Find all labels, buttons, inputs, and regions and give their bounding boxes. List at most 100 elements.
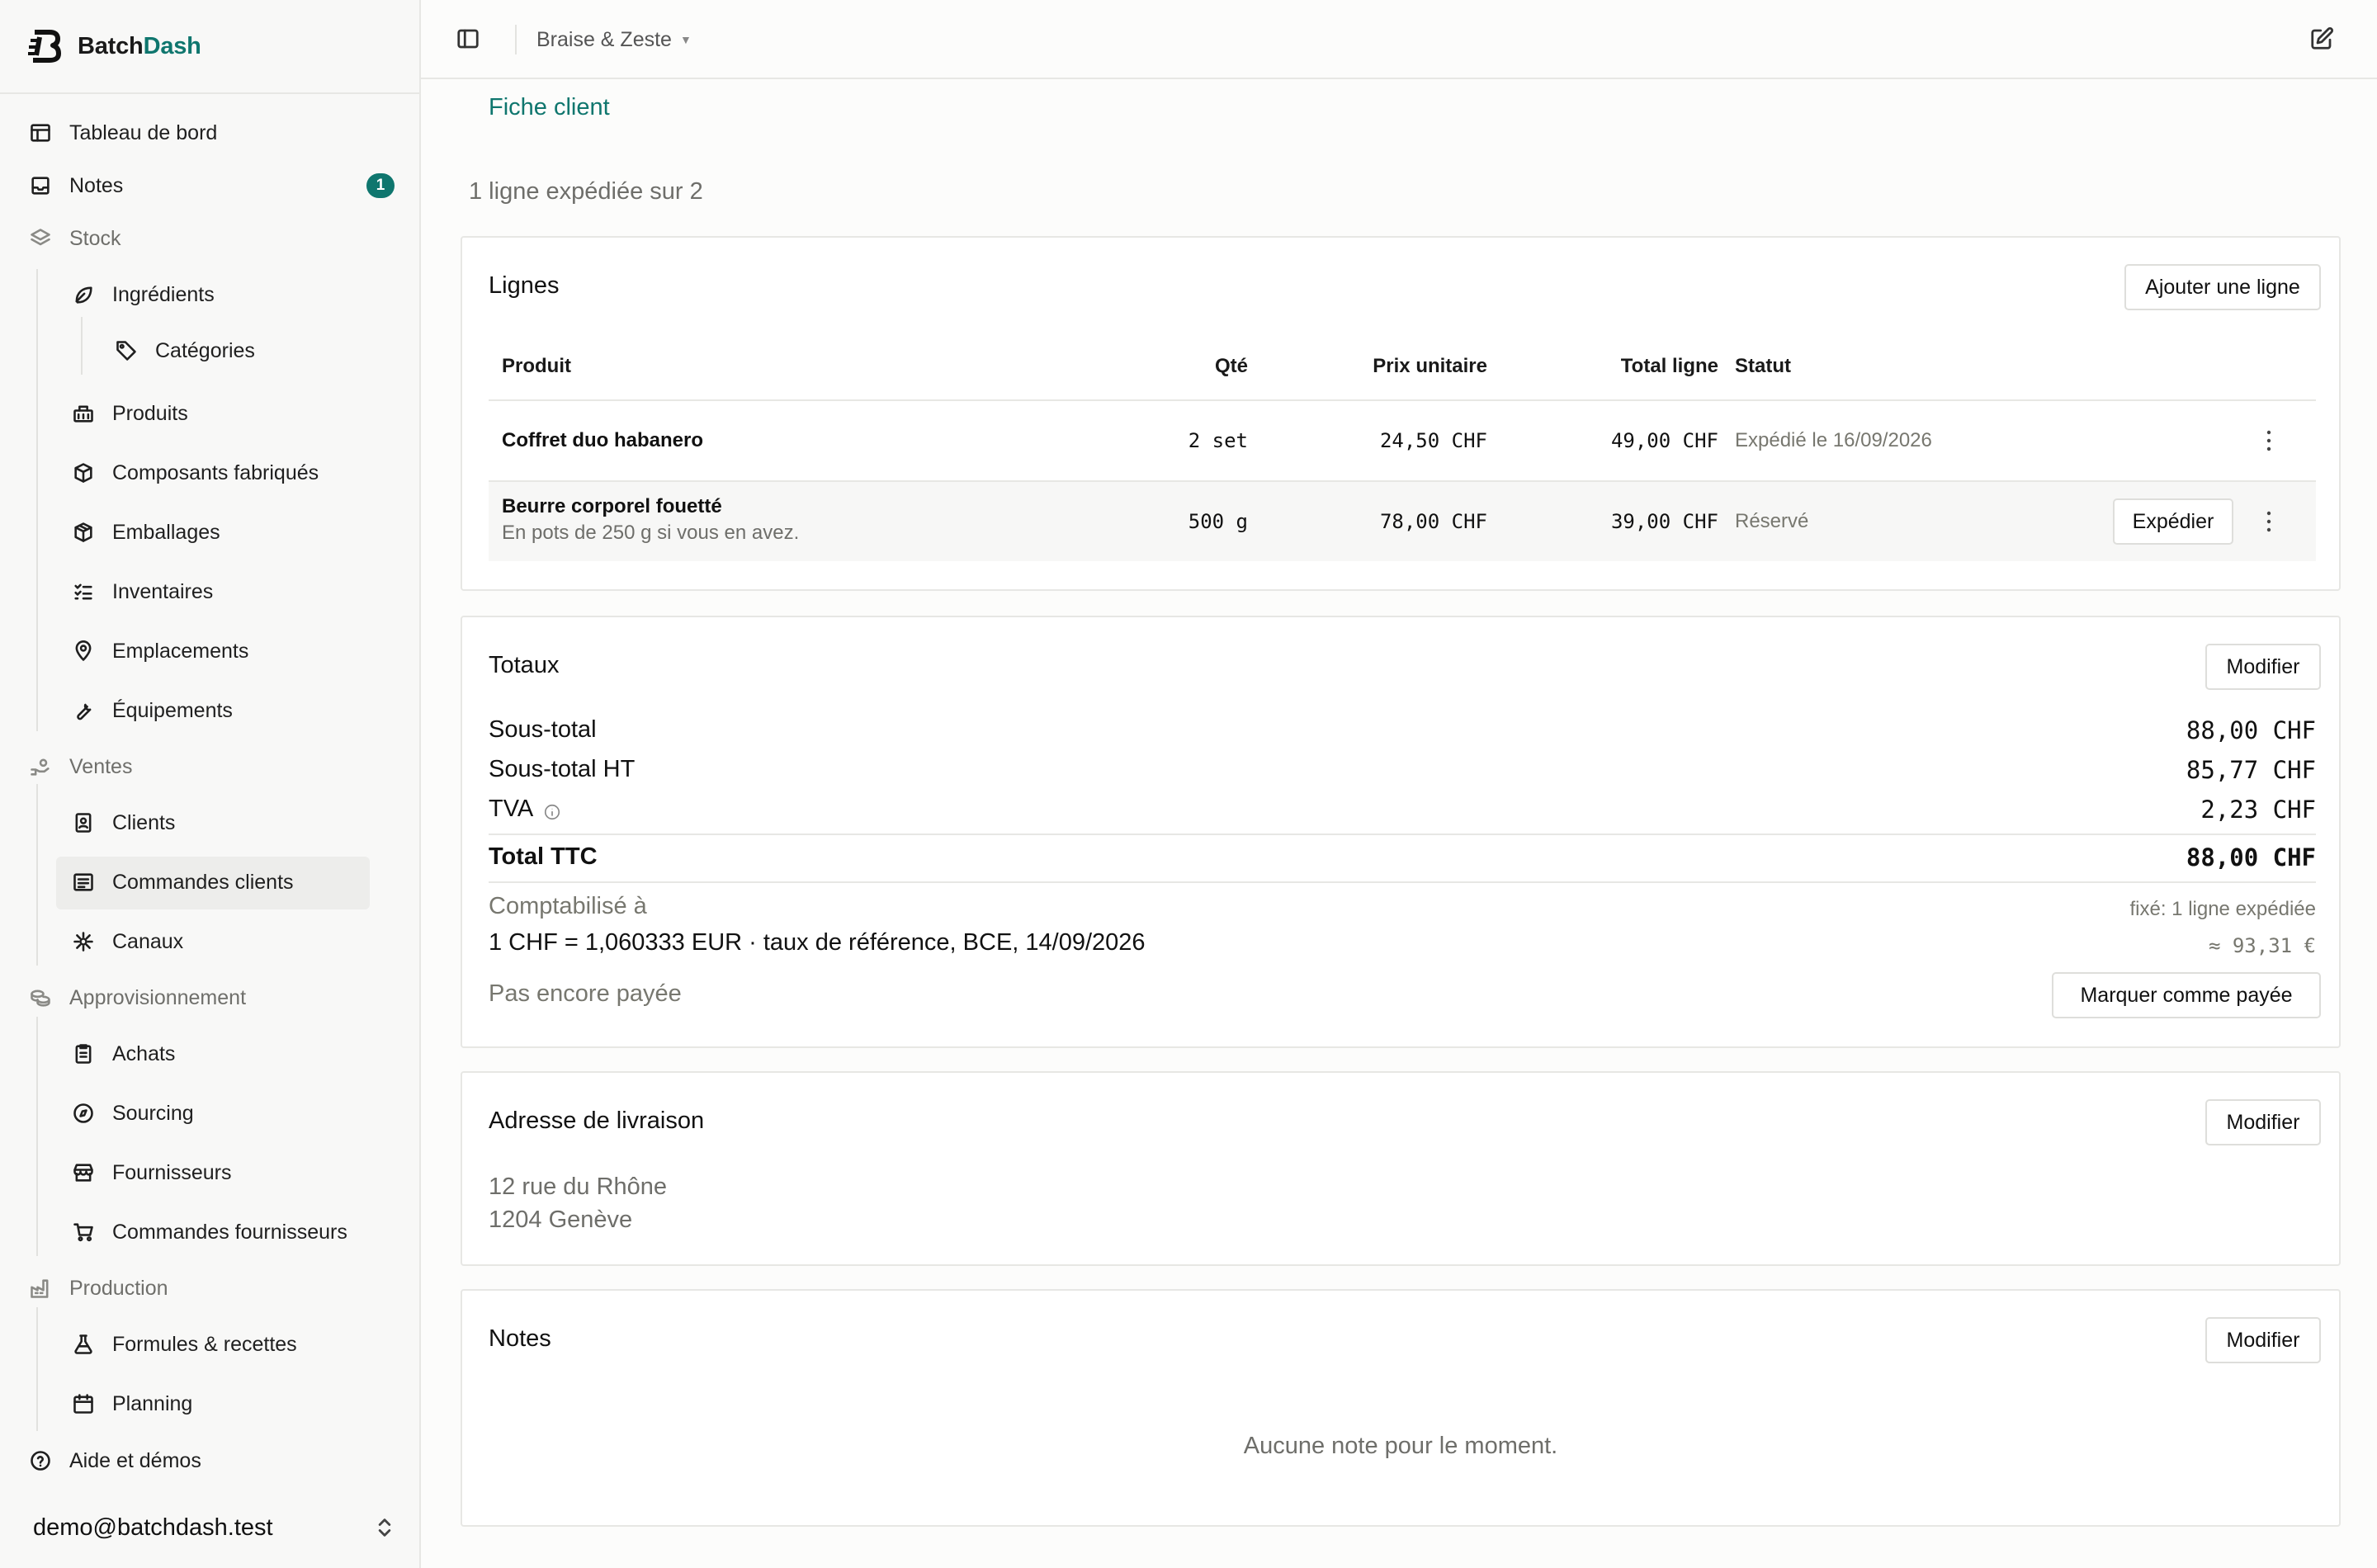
sidebar-item-products[interactable]: Produits [71, 395, 188, 432]
info-icon[interactable] [543, 801, 561, 820]
subtotal-ht-value: 85,77 CHF [2186, 756, 2316, 784]
totals-title: Totaux [489, 652, 560, 678]
sidebar-item-ingredients[interactable]: Ingrédients [71, 276, 215, 313]
booked-row: Comptabilisé à fixé: 1 ligne expédiée [489, 893, 2316, 926]
sidebar-item-suppliers[interactable]: Fournisseurs [71, 1155, 232, 1191]
top-bar: Braise & Zeste ▼ [421, 0, 2377, 79]
subtotal-label: Sous-total [489, 716, 597, 743]
mark-paid-button[interactable]: Marquer comme payée [2052, 972, 2321, 1018]
sidebar-item-categories[interactable]: Catégories [114, 333, 255, 369]
add-line-button[interactable]: Ajouter une ligne [2124, 264, 2321, 310]
row-more-menu[interactable] [2256, 509, 2281, 534]
exchange-rate: 1 CHF = 1,060333 EUR · taux de référence… [489, 929, 1146, 956]
row-product-note: En pots de 250 g si vous en avez. [502, 522, 800, 544]
col-qty: Qté [1214, 355, 1248, 377]
subtotal-value: 88,00 CHF [2186, 716, 2316, 744]
tree-line-sales [36, 784, 38, 966]
payment-status: Pas encore payée [489, 980, 682, 1007]
hand-coins-icon [28, 754, 53, 779]
sidebar-section-sales[interactable]: Ventes [28, 749, 132, 785]
more-vertical-icon [2266, 511, 2271, 532]
caret-down-icon: ▼ [679, 33, 692, 46]
lines-title: Lignes [489, 272, 560, 299]
sidebar-item-packaging[interactable]: Emballages [71, 514, 220, 550]
sidebar-toggle-button[interactable] [456, 26, 482, 53]
totals-card: Totaux Modifier Sous-total 88,00 CHF Sou… [461, 616, 2341, 1048]
clipboard-icon [71, 1041, 96, 1066]
sidebar-section-supply[interactable]: Approvisionnement [28, 980, 246, 1016]
user-menu[interactable]: demo@batchdash.test [33, 1507, 396, 1548]
brand[interactable]: BatchDash [28, 25, 201, 68]
batchdash-logo-icon [28, 30, 61, 63]
compass-icon [71, 1101, 96, 1126]
booked-label: Comptabilisé à [489, 893, 647, 919]
sidebar-item-sourcing[interactable]: Sourcing [71, 1095, 194, 1131]
leaf-icon [71, 282, 96, 307]
sidebar-divider [0, 92, 419, 94]
sidebar-item-inventories[interactable]: Inventaires [71, 574, 213, 610]
subtotal-row: Sous-total 88,00 CHF [489, 716, 2316, 749]
workspace-switcher[interactable]: Braise & Zeste ▼ [536, 25, 692, 54]
sidebar-item-help[interactable]: Aide et démos [28, 1443, 201, 1479]
basket-icon [71, 401, 96, 426]
sidebar-item-formulas[interactable]: Formules & recettes [71, 1326, 297, 1363]
vat-row: TVA 2,23 CHF [489, 796, 2316, 829]
row-more-menu[interactable] [2256, 428, 2281, 453]
workspace-name: Braise & Zeste [536, 27, 672, 51]
layout-icon [28, 120, 53, 145]
ship-button[interactable]: Expédier [2113, 498, 2233, 545]
sidebar-item-notes[interactable]: Notes [28, 168, 123, 204]
sidebar-item-planning[interactable]: Planning [71, 1386, 192, 1422]
sidebar-item-dashboard[interactable]: Tableau de bord [28, 115, 217, 151]
cart-icon [71, 1220, 96, 1244]
layers-icon [28, 226, 53, 251]
edit-totals-button[interactable]: Modifier [2205, 644, 2321, 690]
chevrons-up-down-icon [378, 1518, 391, 1537]
coins-icon [28, 985, 53, 1010]
client-file-link[interactable]: Fiche client [489, 94, 610, 121]
rate-row: 1 CHF = 1,060333 EUR · taux de référence… [489, 929, 2316, 962]
edit-notes-button[interactable]: Modifier [2205, 1317, 2321, 1363]
receipt-icon [71, 870, 96, 895]
user-email: demo@batchdash.test [33, 1514, 273, 1541]
wrench-icon [71, 698, 96, 723]
topbar-divider [515, 25, 517, 54]
box-icon [71, 460, 96, 485]
notes-title: Notes [489, 1325, 551, 1352]
sidebar-item-equipment[interactable]: Équipements [71, 692, 233, 729]
edit-address-button[interactable]: Modifier [2205, 1099, 2321, 1145]
sidebar-item-client-orders[interactable]: Commandes clients [71, 864, 294, 900]
row-product: Beurre corporel fouetté [502, 495, 722, 517]
help-circle-icon [28, 1448, 53, 1473]
sidebar-item-supplier-orders[interactable]: Commandes fournisseurs [71, 1214, 347, 1250]
sidebar-item-channels[interactable]: Canaux [71, 923, 183, 960]
payment-row: Pas encore payée [489, 980, 2316, 1013]
tree-line-production [36, 1307, 38, 1431]
converted-total: ≈ 93,31 € [2208, 934, 2316, 957]
order-detail: Fiche client 1 ligne expédiée sur 2 Lign… [421, 79, 2377, 1568]
row-qty: 500 g [1188, 510, 1248, 533]
sidebar-item-components[interactable]: Composants fabriqués [71, 455, 319, 491]
col-status: Statut [1735, 355, 1791, 377]
delivery-address: 12 rue du Rhône 1204 Genève [489, 1170, 667, 1236]
subtotal-ht-row: Sous-total HT 85,77 CHF [489, 756, 2316, 789]
table-row[interactable]: Beurre corporel fouetté En pots de 250 g… [489, 482, 2316, 561]
sidebar: BatchDash Tableau de bord Notes 1 Stock … [0, 0, 421, 1568]
sidebar-section-production[interactable]: Production [28, 1270, 168, 1306]
subtotal-ht-label: Sous-total HT [489, 756, 636, 782]
lines-table-header: Produit Qté Prix unitaire Total ligne St… [489, 345, 2316, 386]
factory-icon [28, 1276, 53, 1301]
contact-icon [71, 810, 96, 835]
total-ttc-label: Total TTC [489, 843, 598, 870]
sidebar-item-locations[interactable]: Emplacements [71, 633, 248, 669]
package-icon [71, 520, 96, 545]
sidebar-section-stock[interactable]: Stock [28, 220, 121, 257]
row-unit-price: 78,00 CHF [1379, 510, 1487, 533]
table-row[interactable]: Coffret duo habanero 2 set 24,50 CHF 49,… [489, 401, 2316, 480]
delivery-address-card: Adresse de livraison Modifier 12 rue du … [461, 1071, 2341, 1266]
panel-left-icon [457, 29, 479, 49]
compose-button[interactable] [2309, 26, 2336, 53]
sidebar-item-clients[interactable]: Clients [71, 805, 175, 841]
sidebar-item-purchases[interactable]: Achats [71, 1036, 175, 1072]
row-qty: 2 set [1188, 429, 1248, 452]
